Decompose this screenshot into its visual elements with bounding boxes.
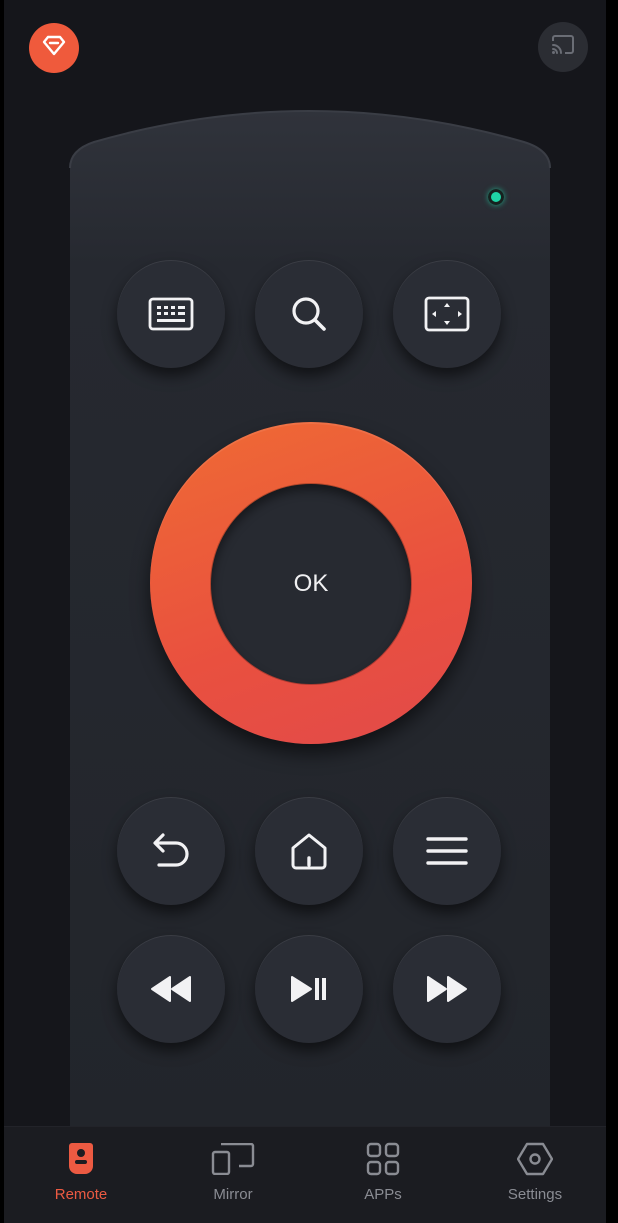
tab-mirror[interactable]: Mirror bbox=[158, 1127, 308, 1223]
menu-icon bbox=[426, 835, 468, 867]
apps-grid-icon bbox=[366, 1141, 400, 1177]
keyboard-button[interactable] bbox=[117, 260, 225, 368]
tab-apps[interactable]: APPs bbox=[308, 1127, 458, 1223]
remote-icon bbox=[67, 1141, 95, 1177]
back-arrow-icon bbox=[149, 831, 193, 871]
ok-label: OK bbox=[293, 570, 329, 597]
premium-button[interactable] bbox=[29, 23, 79, 73]
screen: OK bbox=[4, 0, 606, 1222]
tab-settings[interactable]: Settings bbox=[460, 1127, 610, 1223]
ok-button[interactable]: OK bbox=[211, 484, 411, 684]
tab-remote[interactable]: Remote bbox=[6, 1127, 156, 1223]
diamond-icon bbox=[41, 34, 67, 63]
aspect-ratio-icon bbox=[424, 296, 470, 332]
fast-forward-button[interactable] bbox=[393, 935, 501, 1043]
aspect-ratio-button[interactable] bbox=[393, 260, 501, 368]
fast-forward-icon bbox=[426, 975, 468, 1003]
tab-label: Remote bbox=[54, 1186, 108, 1203]
play-pause-icon bbox=[289, 975, 329, 1003]
keyboard-icon bbox=[148, 297, 194, 331]
back-button[interactable] bbox=[117, 797, 225, 905]
bottom-tab-bar: Remote Mirror APPs Settings bbox=[4, 1126, 606, 1223]
search-icon bbox=[289, 294, 329, 334]
mirror-icon bbox=[211, 1141, 255, 1177]
home-icon bbox=[288, 830, 330, 872]
rewind-button[interactable] bbox=[117, 935, 225, 1043]
cast-button[interactable] bbox=[538, 22, 588, 72]
settings-hexagon-icon bbox=[517, 1141, 553, 1177]
menu-button[interactable] bbox=[393, 797, 501, 905]
tab-label: APPs bbox=[364, 1186, 402, 1203]
search-button[interactable] bbox=[255, 260, 363, 368]
cast-icon bbox=[550, 34, 576, 61]
rewind-icon bbox=[150, 975, 192, 1003]
tab-label: Mirror bbox=[213, 1186, 253, 1203]
tab-label: Settings bbox=[507, 1186, 563, 1203]
status-led bbox=[488, 189, 504, 205]
home-button[interactable] bbox=[255, 797, 363, 905]
play-pause-button[interactable] bbox=[255, 935, 363, 1043]
